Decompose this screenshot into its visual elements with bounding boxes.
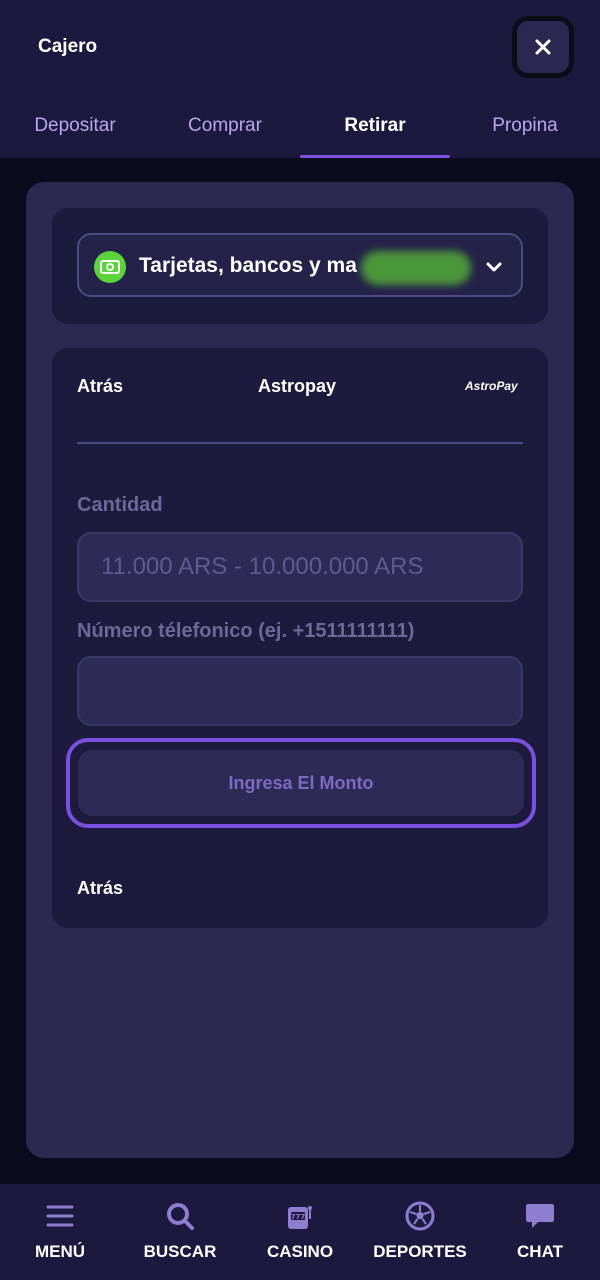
chat-bubble-icon <box>524 1200 556 1232</box>
close-button[interactable] <box>512 16 574 78</box>
divider <box>77 442 523 444</box>
nav-chat-label: CHAT <box>517 1242 563 1261</box>
cashier-header: Cajero Depositar Comprar Retirar Propina <box>0 0 600 158</box>
tab-retirar[interactable]: Retirar <box>300 100 450 158</box>
phone-input[interactable] <box>77 656 523 726</box>
nav-menu-label: MENÚ <box>34 1242 86 1261</box>
back-link[interactable]: Atrás <box>77 376 123 397</box>
provider-title: Astropay <box>258 376 337 396</box>
tab-propina[interactable]: Propina <box>450 100 600 158</box>
nav-search-label: BUSCAR <box>143 1242 217 1261</box>
payment-method-select[interactable]: Tarjetas, bancos y ma <box>77 233 523 297</box>
nav-sports-label: DEPORTES <box>373 1242 467 1261</box>
payment-method-card: Tarjetas, bancos y ma <box>52 208 548 324</box>
withdraw-panel: Tarjetas, bancos y ma Atrás Astropay Ast… <box>26 182 574 1158</box>
submit-focus-ring: Ingresa El Monto <box>66 738 536 828</box>
amount-label: Cantidad <box>77 494 163 516</box>
nav-menu[interactable]: MENÚ <box>0 1184 120 1280</box>
amount-input[interactable] <box>77 532 523 602</box>
tab-comprar[interactable]: Comprar <box>150 100 300 158</box>
search-icon <box>164 1200 196 1232</box>
menu-icon <box>44 1200 76 1232</box>
slot-machine-icon: 777 <box>284 1200 316 1232</box>
tab-depositar[interactable]: Depositar <box>0 100 150 158</box>
cashier-tabs: Depositar Comprar Retirar Propina <box>0 100 600 158</box>
payment-method-label: Tarjetas, bancos y ma <box>139 254 357 277</box>
withdraw-form-card: Atrás Astropay AstroPay Cantidad Número … <box>52 348 548 928</box>
cash-icon <box>94 251 126 283</box>
svg-text:777: 777 <box>291 1213 306 1221</box>
soccer-ball-icon <box>404 1200 436 1232</box>
nav-chat[interactable]: CHAT <box>480 1184 600 1280</box>
nav-sports[interactable]: DEPORTES <box>360 1184 480 1280</box>
redacted-text <box>361 251 471 285</box>
page-title: Cajero <box>38 36 98 57</box>
close-icon <box>535 39 551 55</box>
back-link-bottom[interactable]: Atrás <box>77 878 123 899</box>
nav-search[interactable]: BUSCAR <box>120 1184 240 1280</box>
nav-casino-label: CASINO <box>266 1242 334 1261</box>
bottom-navigation: MENÚ BUSCAR 777 CASINO DEPORTES CHAT <box>0 1184 600 1280</box>
phone-label: Número télefonico (ej. +1511111111) <box>77 620 415 642</box>
astropay-logo: AstroPay <box>465 379 518 393</box>
submit-button[interactable]: Ingresa El Monto <box>78 750 524 816</box>
chevron-down-icon <box>486 262 502 272</box>
nav-casino[interactable]: 777 CASINO <box>240 1184 360 1280</box>
